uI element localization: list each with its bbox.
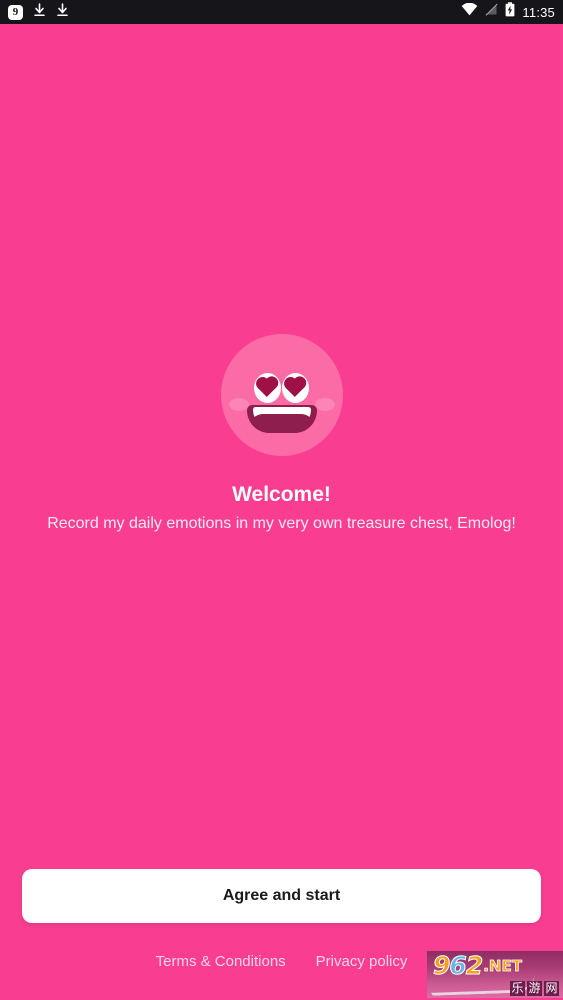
battery-charging-icon	[505, 2, 515, 22]
status-bar: 9 11:35	[0, 0, 563, 24]
heart-eye-left-icon	[254, 373, 281, 403]
mascot-eyes	[221, 373, 343, 403]
heart-shape	[257, 378, 276, 397]
no-signal-icon	[485, 3, 499, 21]
wifi-icon	[461, 2, 478, 21]
heart-eye-right-icon	[282, 373, 309, 403]
heart-shape	[285, 378, 304, 397]
app-badge-icon: 9	[8, 4, 23, 20]
watermark-cn-1: 乐	[510, 981, 525, 996]
page-title: Welcome!	[232, 483, 331, 506]
watermark-chinese-name: 乐 游 网	[510, 981, 559, 996]
status-bar-left-icons: 9	[8, 2, 69, 22]
terms-and-conditions-link[interactable]: Terms & Conditions	[156, 950, 286, 974]
mascot-teeth	[248, 407, 315, 433]
download-icon	[56, 2, 69, 22]
watermark-cn-3: 网	[544, 981, 559, 996]
app-screen: 9 11:35 Welcome! Record my daily emotion…	[0, 0, 563, 1000]
download-icon	[33, 2, 46, 22]
site-watermark: 962 .NET 乐 游 网	[427, 951, 563, 998]
status-bar-clock: 11:35	[522, 4, 555, 20]
emolog-mascot-icon	[220, 334, 343, 456]
status-bar-right-icons: 11:35	[461, 2, 555, 22]
mascot-smile	[246, 405, 317, 433]
privacy-policy-link[interactable]: Privacy policy	[316, 950, 408, 974]
page-subtitle: Record my daily emotions in my very own …	[47, 515, 516, 532]
watermark-cn-2: 游	[527, 981, 542, 996]
agree-and-start-button[interactable]: Agree and start	[22, 869, 541, 923]
welcome-hero: Welcome! Record my daily emotions in my …	[0, 24, 563, 844]
